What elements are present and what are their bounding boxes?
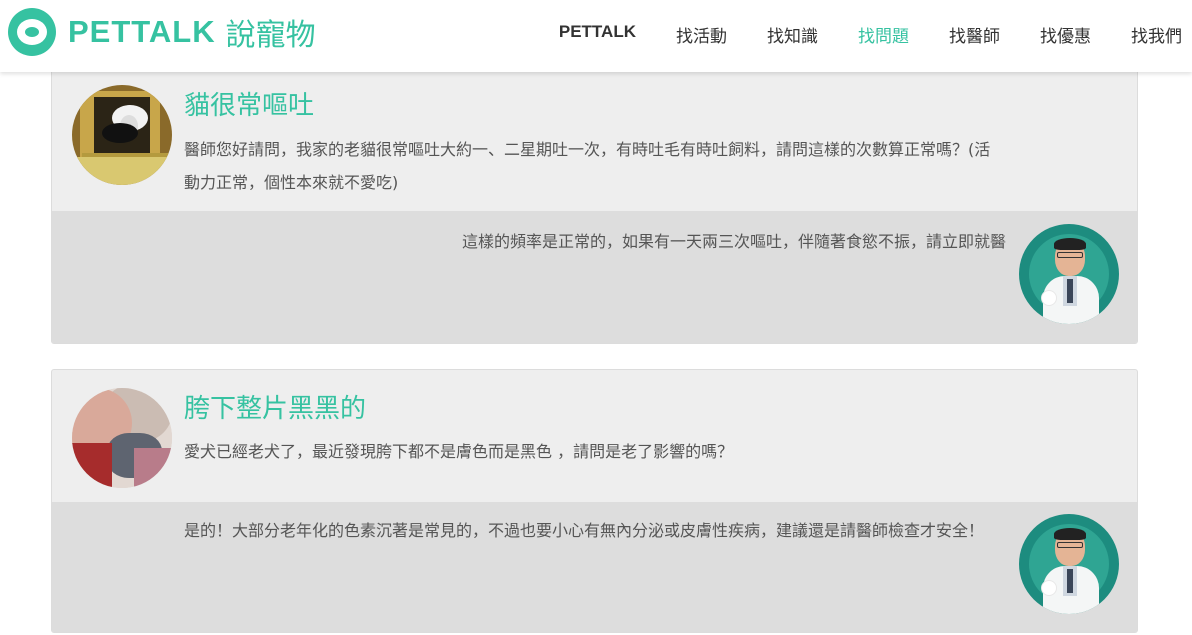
question-title[interactable]: 貓很常嘔吐 — [184, 85, 314, 122]
main-nav: PETTALK 找活動 找知識 找問題 找醫師 找優惠 找我們 — [539, 22, 1192, 47]
question-feed: 貓很常嘔吐 醫師您好請問，我家的老貓很常嘔吐大約一、二星期吐一次，有時吐毛有時吐… — [0, 0, 1192, 635]
question-card: 貓很常嘔吐 醫師您好請問，我家的老貓很常嘔吐大約一、二星期吐一次，有時吐毛有時吐… — [51, 60, 1138, 344]
answer-text: 是的！大部分老年化的色素沉著是常見的，不過也要小心有無內分泌或皮膚性疾病，建議還… — [184, 521, 985, 540]
doctor-avatar[interactable] — [1019, 224, 1119, 324]
question-section: 貓很常嘔吐 醫師您好請問，我家的老貓很常嘔吐大約一、二星期吐一次，有時吐毛有時吐… — [52, 61, 1137, 211]
question-text: 醫師您好請問，我家的老貓很常嘔吐大約一、二星期吐一次，有時吐毛有時吐飼料，請問這… — [184, 140, 991, 192]
question-section: 胯下整片黑黑的 愛犬已經老犬了，最近發現胯下都不是膚色而是黑色 ，請問是老了影響… — [52, 370, 1137, 502]
doctor-avatar[interactable] — [1019, 514, 1119, 614]
asker-avatar[interactable] — [72, 85, 172, 185]
nav-item-contact[interactable]: 找我們 — [1111, 22, 1192, 47]
nav-item-knowledge[interactable]: 找知識 — [747, 22, 838, 47]
answer-text: 這樣的頻率是正常的，如果有一天兩三次嘔吐，伴隨著食慾不振，請立即就醫 — [461, 232, 1006, 251]
paw-logo-icon — [8, 8, 56, 56]
nav-item-questions[interactable]: 找問題 — [838, 22, 929, 47]
nav-item-pettalk[interactable]: PETTALK — [539, 22, 656, 47]
logo-subtitle: 說寵物 — [225, 18, 316, 53]
nav-item-events[interactable]: 找活動 — [656, 22, 747, 47]
site-header: PETTALK 說寵物 PETTALK 找活動 找知識 找問題 找醫師 找優惠 … — [0, 0, 1192, 72]
question-title[interactable]: 胯下整片黑黑的 — [184, 388, 366, 425]
logo-text: PETTALK — [68, 14, 216, 49]
asker-avatar[interactable] — [72, 388, 172, 488]
question-text: 愛犬已經老犬了，最近發現胯下都不是膚色而是黑色 ，請問是老了影響的嗎？ — [184, 442, 734, 461]
nav-item-doctors[interactable]: 找醫師 — [929, 22, 1020, 47]
question-card: 胯下整片黑黑的 愛犬已經老犬了，最近發現胯下都不是膚色而是黑色 ，請問是老了影響… — [51, 369, 1138, 633]
answer-section: 是的！大部分老年化的色素沉著是常見的，不過也要小心有無內分泌或皮膚性疾病，建議還… — [52, 502, 1137, 632]
nav-item-deals[interactable]: 找優惠 — [1020, 22, 1111, 47]
answer-section: 這樣的頻率是正常的，如果有一天兩三次嘔吐，伴隨著食慾不振，請立即就醫 — [52, 211, 1137, 343]
site-logo[interactable]: PETTALK 說寵物 — [8, 8, 316, 56]
